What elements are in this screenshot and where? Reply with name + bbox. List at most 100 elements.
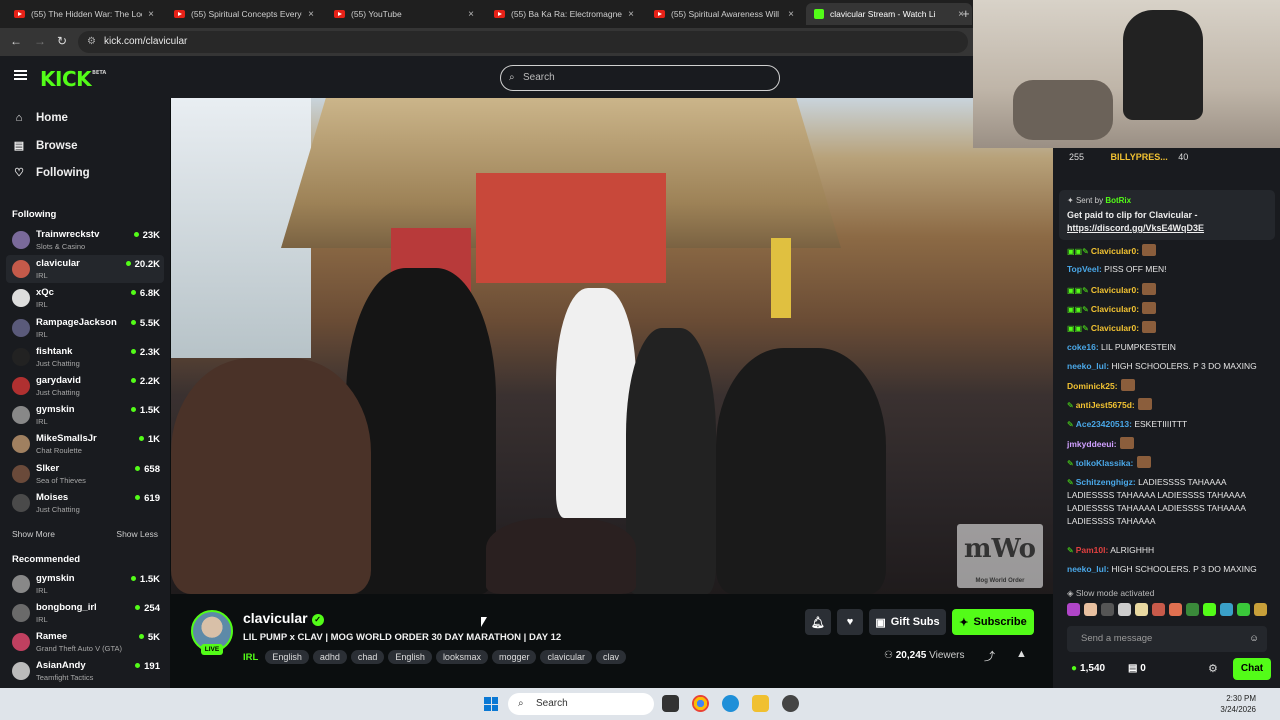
chat-settings-icon[interactable]: ⚙ bbox=[1208, 662, 1218, 675]
drops-count[interactable]: ▤ 0 bbox=[1128, 663, 1146, 674]
site-info-icon[interactable]: ⚙ bbox=[87, 31, 96, 53]
browser-tab[interactable]: (55) Ba Ka Ra: Electromagnetic × bbox=[486, 3, 642, 25]
chrome-icon[interactable] bbox=[692, 695, 709, 712]
emote-icon[interactable] bbox=[1186, 603, 1199, 616]
nav-browse[interactable]: ▤ Browse bbox=[12, 139, 78, 153]
sidebar-channel-asianandy[interactable]: AsianAndy Teamfight Tactics 191 bbox=[10, 657, 160, 685]
emote-icon[interactable] bbox=[1084, 603, 1097, 616]
sidebar-channel-rampagejackson[interactable]: RampageJackson IRL 5.5K bbox=[10, 314, 160, 342]
emote-icon[interactable] bbox=[1237, 603, 1250, 616]
chat-username[interactable]: jmkyddeeui: bbox=[1067, 439, 1117, 449]
chat-input[interactable]: Send a message ☺ bbox=[1067, 626, 1267, 652]
system-clock[interactable]: 2:30 PM 3/24/2026 bbox=[1220, 693, 1256, 715]
emote-icon[interactable] bbox=[1101, 603, 1114, 616]
reload-icon[interactable]: ↻ bbox=[57, 34, 67, 48]
close-tab-icon[interactable]: × bbox=[302, 9, 314, 20]
report-icon[interactable]: ▲ bbox=[1016, 648, 1027, 660]
emote-icon[interactable] bbox=[1152, 603, 1165, 616]
browser-tab[interactable]: clavicular Stream - Watch Li × bbox=[806, 3, 972, 25]
sidebar-channel-gymskin[interactable]: gymskin IRL 1.5K bbox=[10, 570, 160, 598]
emote-icon[interactable] bbox=[1118, 603, 1131, 616]
close-tab-icon[interactable]: × bbox=[142, 9, 154, 20]
new-tab-button[interactable]: + bbox=[962, 6, 970, 21]
file-explorer-icon[interactable] bbox=[752, 695, 769, 712]
nav-following[interactable]: ♡ Following bbox=[12, 166, 90, 180]
url-field[interactable]: ⚙ kick.com/clavicular bbox=[78, 31, 968, 53]
windows-start-icon[interactable] bbox=[484, 697, 498, 711]
emote-icon[interactable] bbox=[1220, 603, 1233, 616]
close-tab-icon[interactable]: × bbox=[462, 9, 474, 20]
tag-pill[interactable]: adhd bbox=[312, 650, 347, 664]
tag-pill[interactable]: English bbox=[265, 650, 309, 664]
chat-username[interactable]: Clavicular0: bbox=[1091, 304, 1139, 314]
kick-logo[interactable]: KICKBETA bbox=[40, 67, 106, 91]
tag-pill[interactable]: chad bbox=[350, 650, 385, 664]
browser-tab[interactable]: (55) YouTube × bbox=[326, 3, 482, 25]
sidebar-channel-gymskin[interactable]: gymskin IRL 1.5K bbox=[10, 401, 160, 429]
chat-username[interactable]: tolkoKlassika: bbox=[1076, 458, 1134, 468]
browser-tab[interactable]: (55) Spiritual Concepts Everyone× bbox=[166, 3, 322, 25]
sidebar-channel-ramee[interactable]: Ramee Grand Theft Auto V (GTA) 5K bbox=[10, 628, 160, 656]
nav-home[interactable]: ⌂ Home bbox=[12, 112, 68, 124]
sidebar-channel-fishtank[interactable]: fishtank Just Chatting 2.3K bbox=[10, 343, 160, 371]
tag-pill[interactable]: clav bbox=[595, 650, 626, 664]
channel-points[interactable]: ● 1,540 bbox=[1071, 663, 1105, 674]
task-view-icon[interactable] bbox=[662, 695, 679, 712]
emote-icon[interactable] bbox=[1135, 603, 1148, 616]
gifter-2-name[interactable]: BILLYPRES... bbox=[1111, 152, 1168, 162]
chat-username[interactable]: Ace23420513: bbox=[1076, 419, 1132, 429]
subscribe-button[interactable]: ✦ Subscribe bbox=[952, 609, 1034, 635]
sidebar-channel-garydavid[interactable]: garydavid Just Chatting 2.2K bbox=[10, 372, 160, 400]
emote-icon[interactable] bbox=[1254, 603, 1267, 616]
tag-pill[interactable]: looksmax bbox=[435, 650, 488, 664]
close-tab-icon[interactable]: × bbox=[622, 9, 634, 20]
emote-icon[interactable] bbox=[1169, 603, 1182, 616]
sidebar-channel-xqc[interactable]: xQc IRL 6.8K bbox=[10, 284, 160, 312]
edge-icon[interactable] bbox=[722, 695, 739, 712]
emote-icon[interactable] bbox=[1203, 603, 1216, 616]
forward-icon[interactable]: → bbox=[34, 34, 46, 48]
chat-username[interactable]: Clavicular0: bbox=[1091, 285, 1139, 295]
emote-icon[interactable] bbox=[1067, 603, 1080, 616]
bell-icon[interactable]: 🔔︎ bbox=[805, 609, 831, 635]
chat-username[interactable]: antiJest5675d: bbox=[1076, 400, 1135, 410]
search-input[interactable]: ⌕ Search bbox=[500, 65, 780, 91]
show-more-button[interactable]: Show More bbox=[12, 529, 55, 539]
pinned-message[interactable]: ✦ Sent by BotRix Get paid to clip for Cl… bbox=[1059, 190, 1275, 240]
app-icon[interactable] bbox=[782, 695, 799, 712]
back-icon[interactable]: ← bbox=[10, 34, 22, 48]
sidebar-channel-slker[interactable]: Slker Sea of Thieves 658 bbox=[10, 460, 160, 488]
sidebar-channel-moises[interactable]: Moises Just Chatting 619 bbox=[10, 489, 160, 517]
chat-send-button[interactable]: Chat bbox=[1233, 658, 1271, 680]
pinned-link[interactable]: https://discord.gg/VksE4WqD3E bbox=[1067, 222, 1267, 235]
video-player[interactable]: mWo Mog World Order bbox=[171, 98, 1053, 594]
chat-username[interactable]: TopVeel: bbox=[1067, 264, 1102, 274]
tag-pill[interactable]: English bbox=[388, 650, 432, 664]
tag-pill[interactable]: mogger bbox=[491, 650, 537, 664]
close-tab-icon[interactable]: × bbox=[782, 9, 794, 20]
sidebar-channel-mikesmallsjr[interactable]: MikeSmallsJr Chat Roulette 1K bbox=[10, 430, 160, 458]
tag-pill[interactable]: clavicular bbox=[540, 650, 592, 664]
emoji-icon[interactable]: ☺ bbox=[1249, 626, 1259, 652]
taskbar-search[interactable]: ⌕ Search bbox=[508, 693, 654, 715]
follow-heart-icon[interactable]: ♥ bbox=[837, 609, 863, 635]
sidebar-channel-bongbong_irl[interactable]: bongbong_irl IRL 254 bbox=[10, 599, 160, 627]
category-link[interactable]: IRL bbox=[243, 652, 258, 663]
sidebar-channel-trainwreckstv[interactable]: Trainwreckstv Slots & Casino 23K bbox=[10, 226, 160, 254]
chat-username[interactable]: neeko_lul: bbox=[1067, 361, 1109, 371]
chat-username[interactable]: Dominick25: bbox=[1067, 381, 1118, 391]
channel-name[interactable]: clavicular ✓ bbox=[243, 610, 324, 626]
sidebar-channel-clavicular[interactable]: clavicular IRL 20.2K bbox=[6, 255, 164, 284]
chat-username[interactable]: neeko_lul: bbox=[1067, 564, 1109, 574]
chat-username[interactable]: Pam10l: bbox=[1076, 545, 1109, 555]
chat-username[interactable]: Clavicular0: bbox=[1091, 246, 1139, 256]
gift-subs-button[interactable]: ▣ Gift Subs bbox=[869, 609, 946, 635]
chat-username[interactable]: Clavicular0: bbox=[1091, 323, 1139, 333]
chat-username[interactable]: Schitzenghigz: bbox=[1076, 477, 1136, 487]
share-icon[interactable]: ⤴ bbox=[984, 648, 995, 664]
chat-username[interactable]: coke16: bbox=[1067, 342, 1099, 352]
browser-tab[interactable]: (55) Spiritual Awareness Will Ru × bbox=[646, 3, 802, 25]
show-less-button[interactable]: Show Less bbox=[116, 529, 158, 539]
menu-icon[interactable] bbox=[14, 70, 27, 80]
browser-tab[interactable]: (55) The Hidden War: The Loos × bbox=[6, 3, 162, 25]
